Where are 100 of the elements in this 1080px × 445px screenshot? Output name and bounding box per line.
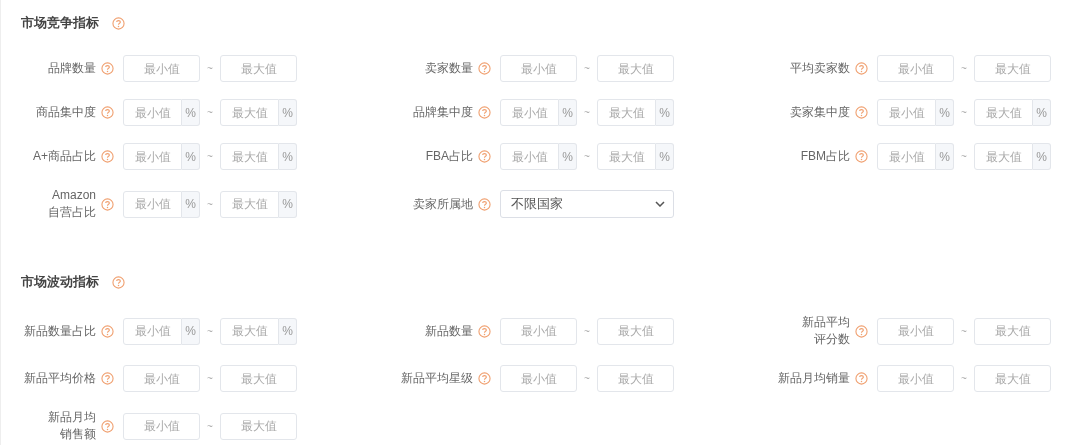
range-separator: ~ [206,420,214,432]
field-label: Amazon 自营占比 [47,187,96,221]
help-icon[interactable] [112,276,125,289]
max-input[interactable]: 最大值 [220,99,279,126]
min-input[interactable]: 最小值 [123,143,182,170]
max-input[interactable]: 最大值 [220,143,279,170]
unit-addon: % [656,143,674,170]
unit-addon: % [656,99,674,126]
max-input[interactable]: 最大值 [974,365,1051,392]
section-title: 市场竞争指标 [21,15,99,32]
help-icon[interactable] [101,197,114,211]
field-label: 卖家所属地 [412,195,473,213]
unit-addon: % [279,143,297,170]
unit-addon: % [182,99,200,126]
unit-addon: % [559,143,577,170]
min-input[interactable]: 最小值 [123,190,182,218]
help-icon[interactable] [478,150,491,163]
help-icon[interactable] [855,106,868,119]
max-input[interactable]: 最大值 [597,143,656,170]
min-input[interactable]: 最小值 [877,99,936,126]
range-separator: ~ [583,373,591,384]
max-input[interactable]: 最大值 [597,317,674,345]
unit-addon: % [936,143,954,170]
help-icon[interactable] [478,197,491,211]
field-label: 新品月均销量 [777,370,850,387]
max-input[interactable]: 最大值 [597,99,656,126]
range-separator: ~ [960,107,968,118]
field-label: 新品数量占比 [23,322,96,340]
field-label: 新品平均价格 [23,370,96,387]
help-icon[interactable] [855,372,868,385]
unit-addon: % [182,317,200,345]
field-label: FBA占比 [424,148,473,165]
unit-addon: % [1033,99,1051,126]
min-input[interactable]: 最小值 [877,365,954,392]
range-separator: ~ [206,373,214,384]
max-input[interactable]: 最大值 [974,99,1033,126]
max-input[interactable]: 最大值 [597,365,674,392]
max-input[interactable]: 最大值 [597,55,674,82]
unit-addon: % [936,99,954,126]
min-input[interactable]: 最小值 [877,317,954,345]
help-icon[interactable] [855,324,868,338]
section-title: 市场波动指标 [21,274,99,291]
help-icon[interactable] [855,150,868,163]
max-input[interactable]: 最大值 [220,412,297,440]
field-label: A+商品占比 [32,148,96,165]
min-input[interactable]: 最小值 [123,55,200,82]
min-input[interactable]: 最小值 [500,317,577,345]
help-icon[interactable] [855,62,868,75]
help-icon[interactable] [101,150,114,163]
min-input[interactable]: 最小值 [500,365,577,392]
unit-addon: % [279,99,297,126]
max-input[interactable]: 最大值 [974,143,1033,170]
help-icon[interactable] [112,17,125,30]
range-separator: ~ [206,325,214,337]
min-input[interactable]: 最小值 [123,365,200,392]
country-select[interactable]: 不限国家 [500,190,674,218]
field-label: 新品平均星级 [400,370,473,387]
range-separator: ~ [960,63,968,74]
help-icon[interactable] [478,62,491,75]
field-label: 商品集中度 [35,104,96,121]
max-input[interactable]: 最大值 [220,317,279,345]
min-input[interactable]: 最小值 [123,99,182,126]
range-separator: ~ [583,63,591,74]
max-input[interactable]: 最大值 [220,365,297,392]
help-icon[interactable] [478,106,491,119]
range-separator: ~ [583,107,591,118]
max-input[interactable]: 最大值 [220,190,279,218]
unit-addon: % [279,317,297,345]
help-icon[interactable] [101,419,114,433]
min-input[interactable]: 最小值 [877,143,936,170]
range-separator: ~ [960,151,968,162]
min-input[interactable]: 最小值 [500,143,559,170]
range-separator: ~ [960,373,968,384]
field-label: 新品月均销售额 [47,409,96,443]
field-label: 品牌集中度 [412,104,473,121]
help-icon[interactable] [101,62,114,75]
range-separator: ~ [960,325,968,337]
help-icon[interactable] [478,324,491,338]
unit-addon: % [279,190,297,218]
max-input[interactable]: 最大值 [974,317,1051,345]
range-separator: ~ [583,151,591,162]
min-input[interactable]: 最小值 [877,55,954,82]
help-icon[interactable] [478,372,491,385]
min-input[interactable]: 最小值 [500,55,577,82]
unit-addon: % [559,99,577,126]
help-icon[interactable] [101,372,114,385]
help-icon[interactable] [101,106,114,119]
min-input[interactable]: 最小值 [123,317,182,345]
range-separator: ~ [583,325,591,337]
min-input[interactable]: 最小值 [123,412,200,440]
max-input[interactable]: 最大值 [220,55,297,82]
field-label: 新品数量 [424,322,473,340]
unit-addon: % [1033,143,1051,170]
max-input[interactable]: 最大值 [974,55,1051,82]
help-icon[interactable] [101,324,114,338]
unit-addon: % [182,143,200,170]
range-separator: ~ [206,107,214,118]
field-label: 卖家数量 [424,60,473,77]
chevron-icon [655,201,665,207]
min-input[interactable]: 最小值 [500,99,559,126]
